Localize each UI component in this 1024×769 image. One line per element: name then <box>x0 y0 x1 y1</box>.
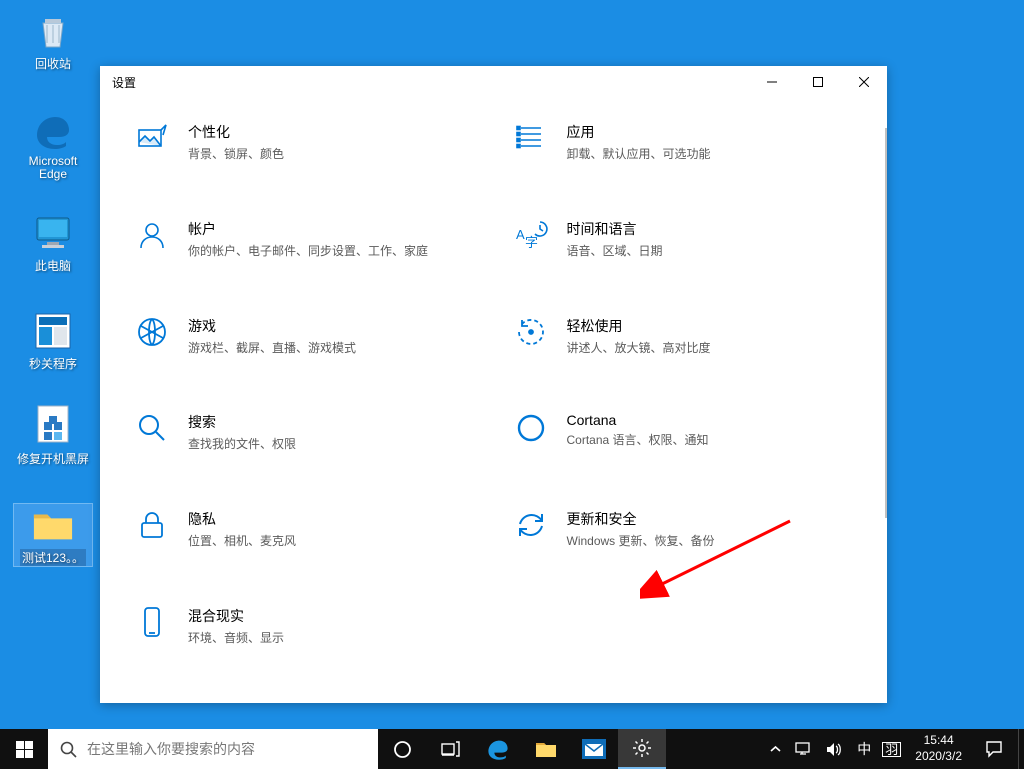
computer-icon <box>32 212 74 254</box>
desktop-icon-folder-test[interactable]: 测试123。。 <box>14 504 92 566</box>
svg-text:A: A <box>516 227 525 242</box>
taskbar-clock[interactable]: 15:44 2020/3/2 <box>907 729 970 769</box>
titlebar: 设置 <box>100 66 887 98</box>
app-icon <box>32 310 74 352</box>
window-title: 设置 <box>112 74 136 91</box>
taskbar-search[interactable]: 在这里输入你要搜索的内容 <box>48 729 378 769</box>
desktop-icon-this-pc[interactable]: 此电脑 <box>14 212 92 274</box>
tray-volume-icon[interactable] <box>823 742 846 757</box>
taskbar: 在这里输入你要搜索的内容 中 羽 15:44 2020/3/2 <box>0 729 1024 769</box>
tile-title: 应用 <box>567 122 711 142</box>
tray-ime-zh[interactable]: 中 <box>854 739 874 759</box>
tile-ease-of-access[interactable]: 轻松使用讲述人、放大镜、高对比度 <box>509 312 858 361</box>
tile-title: 游戏 <box>188 316 356 336</box>
tile-apps[interactable]: 应用卸载、默认应用、可选功能 <box>509 118 858 167</box>
edge-icon <box>32 110 74 152</box>
tray-network-icon[interactable] <box>792 742 815 757</box>
cortana-icon <box>513 412 549 448</box>
tile-desc: 语音、区域、日期 <box>567 243 663 260</box>
desktop-icon-recycle-bin[interactable]: 回收站 <box>14 10 92 72</box>
tile-desc: 游戏栏、截屏、直播、游戏模式 <box>188 340 356 357</box>
mixed-reality-icon <box>134 606 170 642</box>
tile-desc: Cortana 语言、权限、通知 <box>567 432 709 449</box>
tile-time-language[interactable]: A字 时间和语言语音、区域、日期 <box>509 215 858 264</box>
tile-desc: Windows 更新、恢复、备份 <box>567 533 715 550</box>
search-icon <box>60 741 77 758</box>
recycle-bin-icon <box>32 10 74 52</box>
tile-cortana[interactable]: Cortana Cortana 语言、权限、通知 <box>509 408 858 457</box>
taskbar-app-edge[interactable] <box>474 729 522 769</box>
tile-personalization[interactable]: 个性化背景、锁屏、颜色 <box>130 118 479 167</box>
settings-window: 设置 个性化背景、锁屏、颜色 应用卸载、默认应用、可选功能 帐户你的帐户、电子邮… <box>100 66 887 703</box>
desktop-icon-shutdown-app[interactable]: 秒关程序 <box>14 310 92 372</box>
personalization-icon <box>134 122 170 158</box>
settings-body[interactable]: 个性化背景、锁屏、颜色 应用卸载、默认应用、可选功能 帐户你的帐户、电子邮件、同… <box>100 98 887 703</box>
svg-text:字: 字 <box>525 235 538 250</box>
tray-chevron-up-icon[interactable] <box>767 745 784 753</box>
apps-icon <box>513 122 549 158</box>
accounts-icon <box>134 219 170 255</box>
tile-title: Cortana <box>567 412 709 428</box>
tile-desc: 背景、锁屏、颜色 <box>188 146 284 163</box>
icon-label: 此电脑 <box>35 257 71 274</box>
icon-label: 秒关程序 <box>29 355 77 372</box>
tile-title: 轻松使用 <box>567 316 711 336</box>
tile-desc: 卸载、默认应用、可选功能 <box>567 146 711 163</box>
tile-title: 时间和语言 <box>567 219 663 239</box>
privacy-icon <box>134 509 170 545</box>
search-placeholder: 在这里输入你要搜索的内容 <box>87 739 255 759</box>
icon-label: 修复开机黑屏 <box>17 450 89 467</box>
folder-icon <box>32 504 74 546</box>
minimize-button[interactable] <box>749 66 795 98</box>
maximize-button[interactable] <box>795 66 841 98</box>
taskbar-app-explorer[interactable] <box>522 729 570 769</box>
tile-desc: 位置、相机、麦克风 <box>188 533 296 550</box>
tray-ime-mode[interactable]: 羽 <box>882 742 901 757</box>
time-language-icon: A字 <box>513 219 549 255</box>
tile-desc: 你的帐户、电子邮件、同步设置、工作、家庭 <box>188 243 428 260</box>
desktop-icon-fix-blackscreen[interactable]: 修复开机黑屏 <box>14 405 92 467</box>
taskbar-app-mail[interactable] <box>570 729 618 769</box>
tile-privacy[interactable]: 隐私位置、相机、麦克风 <box>130 505 479 554</box>
clock-date: 2020/3/2 <box>915 749 962 765</box>
search-icon <box>134 412 170 448</box>
clock-time: 15:44 <box>924 733 954 749</box>
taskbar-app-settings[interactable] <box>618 729 666 769</box>
action-center-button[interactable] <box>970 729 1018 769</box>
tile-title: 隐私 <box>188 509 296 529</box>
tile-desc: 讲述人、放大镜、高对比度 <box>567 340 711 357</box>
icon-label: MicrosoftEdge <box>29 155 78 181</box>
cortana-button[interactable] <box>378 729 426 769</box>
update-security-icon <box>513 509 549 545</box>
icon-label: 回收站 <box>35 55 71 72</box>
gaming-icon <box>134 316 170 352</box>
tile-desc: 查找我的文件、权限 <box>188 436 296 453</box>
registry-icon <box>32 405 74 447</box>
tile-title: 更新和安全 <box>567 509 715 529</box>
task-view-button[interactable] <box>426 729 474 769</box>
tile-mixed-reality[interactable]: 混合现实环境、音频、显示 <box>130 602 479 651</box>
system-tray: 中 羽 <box>761 729 907 769</box>
show-desktop-button[interactable] <box>1018 729 1024 769</box>
tile-title: 帐户 <box>188 219 428 239</box>
tile-title: 混合现实 <box>188 606 284 626</box>
desktop-icon-edge[interactable]: MicrosoftEdge <box>14 110 92 181</box>
start-button[interactable] <box>0 729 48 769</box>
tile-update-security[interactable]: 更新和安全 Windows 更新、恢复、备份 <box>509 505 858 554</box>
close-button[interactable] <box>841 66 887 98</box>
ease-of-access-icon <box>513 316 549 352</box>
tile-gaming[interactable]: 游戏游戏栏、截屏、直播、游戏模式 <box>130 312 479 361</box>
tile-accounts[interactable]: 帐户你的帐户、电子邮件、同步设置、工作、家庭 <box>130 215 479 264</box>
icon-label: 测试123。。 <box>20 549 86 566</box>
scrollbar[interactable] <box>885 128 887 518</box>
tile-desc: 环境、音频、显示 <box>188 630 284 647</box>
tile-title: 个性化 <box>188 122 284 142</box>
tile-search[interactable]: 搜索查找我的文件、权限 <box>130 408 479 457</box>
tile-title: 搜索 <box>188 412 296 432</box>
